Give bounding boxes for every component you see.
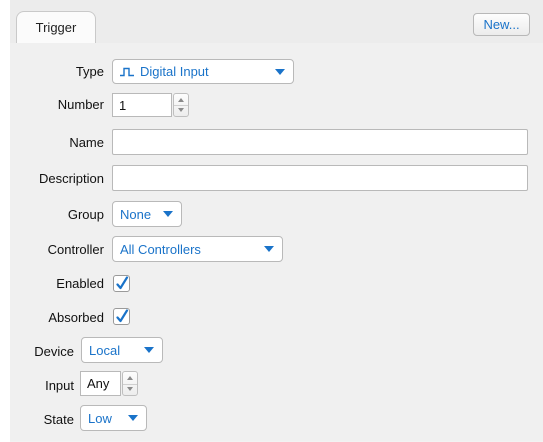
type-value: Digital Input [140, 64, 209, 79]
input-label: Input [45, 378, 74, 393]
controller-value: All Controllers [120, 241, 201, 257]
number-field[interactable]: 1 [112, 93, 172, 117]
tab-trigger-label: Trigger [35, 20, 77, 35]
tab-trigger[interactable]: Trigger [16, 11, 96, 43]
description-label: Description [38, 171, 104, 186]
enabled-label: Enabled [56, 276, 104, 291]
chevron-down-icon [163, 211, 173, 217]
stepper-up-icon [178, 98, 184, 102]
new-button[interactable]: New... [473, 13, 530, 36]
absorbed-label: Absorbed [48, 310, 104, 325]
device-popup[interactable]: Local [81, 337, 163, 363]
number-label: Number [57, 97, 104, 112]
input-value: Any [87, 376, 110, 391]
chevron-down-icon [128, 415, 138, 421]
device-label: Device [34, 344, 74, 359]
stepper-up-icon [127, 376, 133, 380]
pulse-icon [120, 67, 134, 76]
type-popup[interactable]: Digital Input [112, 59, 294, 84]
state-popup[interactable]: Low [80, 405, 147, 431]
name-field[interactable] [112, 129, 528, 155]
chevron-down-icon [264, 246, 274, 252]
device-value: Local [89, 342, 121, 358]
number-stepper[interactable] [173, 93, 189, 117]
type-label: Type [75, 64, 104, 79]
absorbed-checkbox[interactable] [113, 308, 130, 325]
name-label: Name [69, 135, 104, 150]
controller-label: Controller [47, 242, 104, 257]
chevron-down-icon [275, 68, 285, 75]
number-value: 1 [119, 97, 127, 113]
chevron-down-icon [144, 347, 154, 353]
checkmark-icon [116, 309, 129, 323]
controller-popup[interactable]: All Controllers [112, 236, 283, 262]
checkmark-icon [116, 276, 129, 290]
stepper-down-icon [178, 108, 184, 112]
group-value: None [120, 206, 152, 222]
state-label: State [43, 412, 74, 427]
enabled-checkbox[interactable] [113, 275, 130, 292]
state-value: Low [88, 410, 112, 426]
input-field[interactable]: Any [80, 371, 121, 396]
group-label: Group [67, 207, 104, 222]
stepper-down-icon [127, 387, 133, 391]
description-field[interactable] [112, 165, 528, 191]
input-stepper[interactable] [122, 371, 138, 396]
new-button-label: New... [483, 17, 520, 32]
group-popup[interactable]: None [112, 201, 182, 227]
